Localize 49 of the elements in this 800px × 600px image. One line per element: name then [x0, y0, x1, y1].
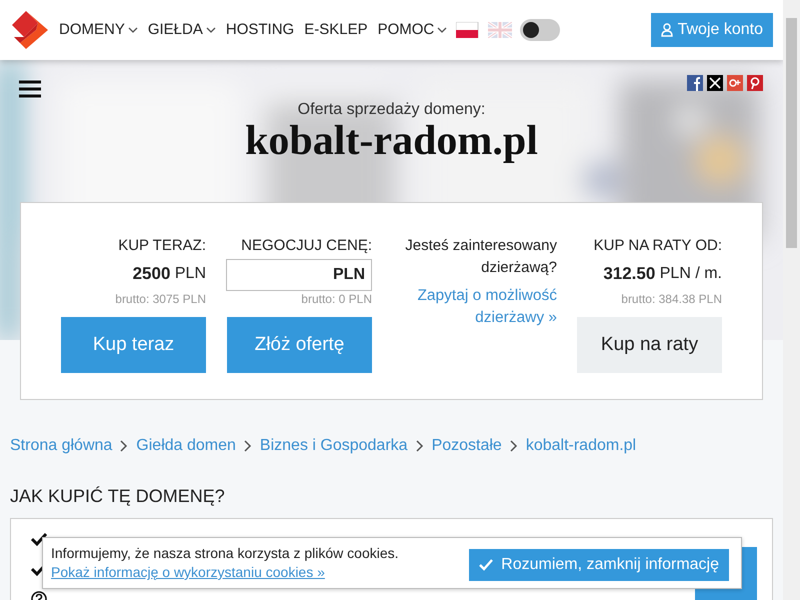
- pinterest-share-icon[interactable]: [747, 75, 763, 91]
- facebook-share-icon[interactable]: [687, 75, 703, 91]
- check-icon: [31, 532, 47, 546]
- buy-now-button[interactable]: Kup teraz: [61, 317, 206, 373]
- scrollbar-thumb[interactable]: [786, 18, 797, 248]
- lease-inquiry-link[interactable]: Zapytaj o możliwość dzierżawy »: [392, 285, 557, 329]
- caret-icon: [128, 26, 138, 34]
- chevron-icon: [416, 440, 424, 452]
- user-icon: [660, 23, 673, 37]
- googleplus-share-icon[interactable]: [727, 75, 743, 91]
- breadcrumb-link[interactable]: Pozostałe: [432, 434, 502, 458]
- installments-button[interactable]: Kup na raty: [577, 317, 722, 373]
- price-label: KUP NA RATY OD:: [594, 236, 722, 256]
- price-input[interactable]: PLN: [226, 259, 372, 291]
- price-label: NEGOCJUJ CENĘ:: [241, 236, 372, 256]
- breadcrumb-link[interactable]: Giełda domen: [136, 434, 236, 458]
- accept-cookies-button[interactable]: Rozumiem, zamknij informację: [469, 549, 729, 581]
- caret-icon: [206, 26, 216, 34]
- chevron-icon: [244, 440, 252, 452]
- nav-menu-item[interactable]: GIEŁDA: [142, 18, 221, 42]
- price-text: 312.50 PLN / m.: [603, 263, 722, 286]
- gross-price: brutto: 3075 PLN: [115, 291, 206, 307]
- price-text: 2500 PLN: [132, 263, 206, 286]
- breadcrumb-link[interactable]: Strona główna: [10, 434, 112, 458]
- nav-menu-item[interactable]: E-SKLEP: [299, 18, 373, 42]
- lease-question: Jesteś zainteresowany dzierżawą?: [404, 236, 557, 278]
- price-label: KUP TERAZ:: [118, 236, 206, 256]
- menu-icon[interactable]: [19, 80, 41, 98]
- gross-price: brutto: 384.38 PLN: [621, 291, 722, 307]
- theme-toggle[interactable]: [520, 19, 560, 41]
- nav-menu-item[interactable]: HOSTING: [220, 18, 300, 42]
- make-offer-button[interactable]: Złóż ofertę: [227, 317, 372, 373]
- chevron-icon: [120, 440, 128, 452]
- nav-menu-item[interactable]: POMOC: [372, 18, 452, 42]
- x-share-icon[interactable]: [707, 75, 723, 91]
- account-button[interactable]: Twoje konto: [650, 13, 773, 47]
- section-heading: JAK KUPIĆ TĘ DOMENĘ?: [10, 486, 226, 508]
- flag-icon[interactable]: [456, 22, 480, 38]
- cookie-info-link[interactable]: Pokaż informację o wykorzystaniu cookies »: [51, 564, 325, 580]
- cookie-message: Informujemy, że nasza strona korzysta z plików cookies.: [51, 544, 399, 562]
- caret-icon: [437, 26, 448, 34]
- gross-price: brutto: 0 PLN: [301, 291, 372, 307]
- breadcrumb-link[interactable]: kobalt-radom.pl: [526, 434, 636, 458]
- hero-subtitle: Oferta sprzedaży domeny:: [298, 101, 486, 118]
- domain-title: kobalt-radom.pl: [245, 118, 538, 164]
- check-icon: [479, 559, 494, 571]
- breadcrumb-link[interactable]: Biznes i Gospodarka: [260, 434, 408, 458]
- chevron-icon: [510, 440, 518, 452]
- nav-menu-item[interactable]: DOMENY: [54, 18, 143, 42]
